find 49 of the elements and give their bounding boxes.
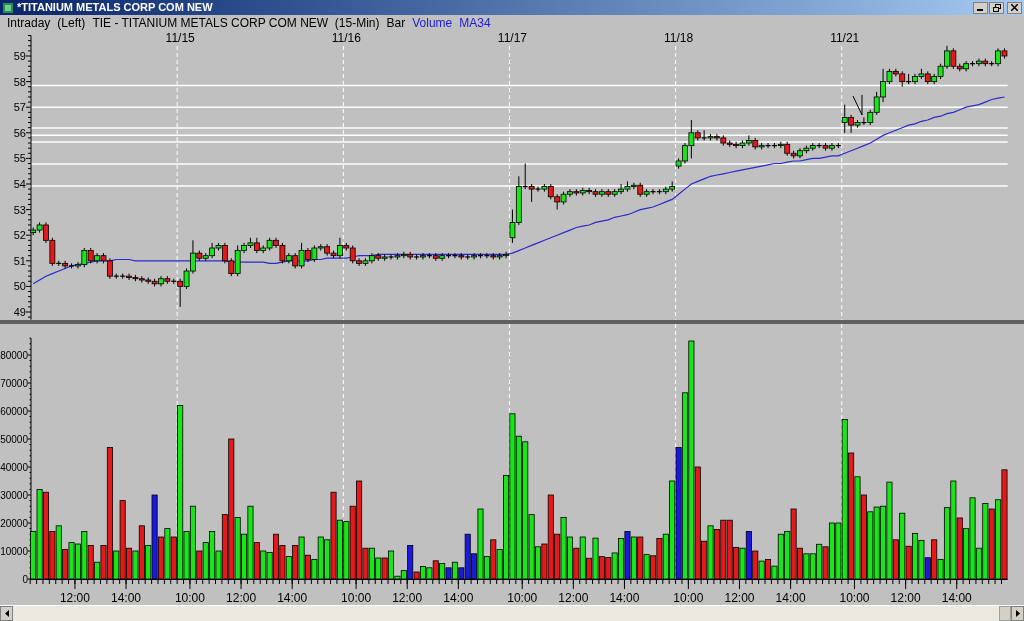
window-title: *TITANIUM METALS CORP COM NEW: [17, 2, 213, 13]
time-label: 12:00: [59, 591, 90, 605]
volume-tick-label: 70000: [0, 378, 28, 389]
date-label: 11/16: [331, 31, 361, 45]
time-label: 14:00: [941, 591, 972, 605]
time-label: 14:00: [609, 591, 640, 605]
time-label: 14:00: [111, 591, 142, 605]
price-tick-label: 51: [13, 254, 26, 267]
time-label: 12:00: [558, 591, 589, 605]
volume-tick-label: 60000: [0, 406, 28, 417]
time-label: 12:00: [392, 591, 423, 605]
time-label: 12:00: [226, 591, 257, 605]
chart-label: Intraday: [7, 16, 51, 29]
chart-label: Bar: [386, 16, 406, 29]
volume-tick-label: 40000: [0, 462, 28, 473]
indicator-label: Volume: [412, 16, 453, 29]
indicator-label: MA34: [459, 16, 491, 29]
price-tick-label: 56: [13, 126, 26, 139]
volume-tick-label: 20000: [0, 518, 28, 529]
time-label: 12:00: [724, 591, 755, 605]
time-label: 14:00: [277, 591, 308, 605]
price-tick-label: 54: [13, 178, 26, 190]
time-label: 10:00: [507, 591, 538, 605]
volume-tick-label: 80000: [0, 350, 28, 361]
date-label: 11/15: [165, 31, 195, 45]
price-tick-label: 58: [13, 75, 26, 88]
chart-label: TIE - TITANIUM METALS CORP COM NEW (15-Min): [92, 16, 380, 29]
price-tick-label: 50: [13, 280, 26, 293]
price-tick-label: 49: [13, 306, 26, 318]
volume-tick-label: 0: [22, 574, 28, 585]
date-label: 11/18: [664, 31, 694, 45]
time-label: 10:00: [174, 591, 205, 605]
price-tick-label: 57: [13, 101, 26, 114]
date-label: 11/17: [497, 31, 527, 45]
time-label: 10:00: [839, 591, 870, 605]
volume-tick-label: 50000: [0, 434, 28, 445]
price-tick-label: 53: [13, 203, 26, 216]
time-label: 10:00: [673, 591, 704, 605]
price-tick-label: 55: [13, 152, 26, 165]
volume-tick-label: 10000: [0, 546, 28, 557]
price-tick-label: 52: [13, 229, 26, 242]
time-label: 10:00: [341, 591, 372, 605]
volume-tick-label: 30000: [0, 490, 28, 501]
time-label: 14:00: [443, 591, 474, 605]
time-label: 14:00: [775, 591, 806, 605]
date-label: 11/21: [830, 31, 860, 45]
price-tick-label: 59: [13, 50, 26, 62]
time-label: 12:00: [890, 591, 921, 605]
chart-label: (Left): [57, 16, 86, 29]
